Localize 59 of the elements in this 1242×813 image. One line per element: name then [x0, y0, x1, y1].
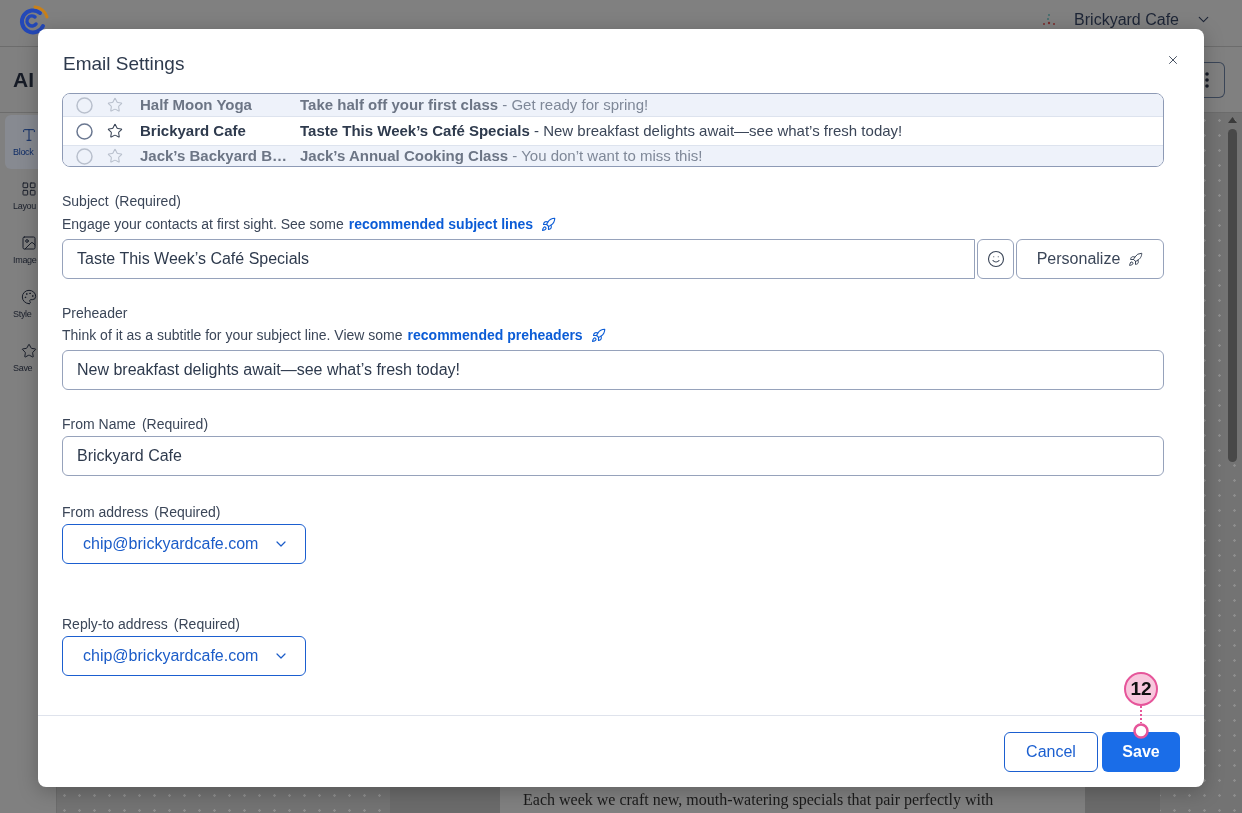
field-label: Preheader [62, 305, 128, 321]
subject-input[interactable]: Taste This Week’s Café Specials [62, 239, 975, 279]
text-icon [21, 126, 37, 143]
field-label: From Name [62, 416, 136, 432]
required-note: (Required) [173, 616, 240, 632]
cancel-button[interactable]: Cancel [1004, 731, 1098, 772]
image-icon [21, 234, 37, 251]
recommended-link[interactable]: recommended subject lines [348, 216, 534, 232]
palette-icon [21, 288, 37, 305]
sidebar-item[interactable]: Save [5, 331, 38, 385]
required-note: (Required) [154, 504, 221, 520]
radio-circle-icon [76, 122, 93, 140]
required-note: (Required) [114, 193, 181, 209]
required-note: (Required) [141, 416, 209, 432]
personalize-button[interactable]: Personalize [1016, 239, 1164, 279]
preheader-input[interactable]: New breakfast delights await—see what’s fresh today! [62, 350, 1164, 390]
radio-circle-icon [76, 147, 93, 165]
grid-icon [21, 180, 37, 197]
field-label: Subject [62, 193, 109, 209]
sidebar-item[interactable]: Style [5, 277, 38, 331]
sidebar-item[interactable]: Block [5, 115, 38, 169]
reply-to-address-dropdown[interactable]: chip@brickyardcafe.com [62, 636, 306, 676]
message-preview: Taste This Week’s Café Specials - New breakfast delights await—see what’s fresh today! [300, 122, 903, 140]
rocket-icon [590, 327, 606, 343]
close-icon [1166, 53, 1180, 67]
message-preview: Jack’s Annual Cooking Class - You don’t want to miss this! [300, 147, 703, 165]
message-preview: Take half off your first class - Get ready for spring! [300, 96, 649, 114]
toolbar-title: AI [13, 66, 34, 93]
body-text: Each week we craft new, mouth-watering specials that pair perfectly with [523, 790, 994, 810]
smiley-icon [986, 250, 1005, 268]
radio-circle-icon [76, 96, 93, 114]
rocket-icon [541, 216, 557, 232]
help-text: Engage your contacts at first sight. See some recommended subject lines [62, 216, 1164, 232]
account-menu-button[interactable]: Brickyard Cafe [1074, 11, 1212, 28]
from-address-dropdown[interactable]: chip@brickyardcafe.com [62, 524, 306, 564]
from-name-input[interactable]: Brickyard Cafe [62, 436, 1164, 476]
close-button[interactable] [1166, 53, 1180, 67]
pointer-marker-icon [1133, 706, 1149, 739]
dialog-title: Email Settings [63, 53, 185, 75]
star-icon [107, 97, 123, 113]
sidebar-item[interactable]: Layou [5, 169, 38, 223]
sender-name: Half Moon Yoga [140, 96, 253, 114]
scrollbar-thumb[interactable] [1227, 129, 1237, 462]
sender-name: Brickyard Cafe [140, 122, 247, 140]
account-logo-icon [1041, 12, 1058, 27]
sidebar-item[interactable]: Image [5, 223, 38, 277]
rocket-icon [1128, 251, 1144, 267]
field-label: From address [62, 504, 149, 520]
save-button[interactable]: Save [1102, 731, 1180, 772]
recommended-link[interactable]: recommended preheaders [407, 327, 583, 343]
help-text: Think of it as a subtitle for your subject line. View some recommended preheaders [62, 327, 1164, 343]
sender-name: Jack’s Backyard B… [140, 147, 289, 165]
star-icon [107, 148, 123, 164]
vertical-dots-icon [1205, 71, 1209, 88]
emoji-button[interactable] [977, 239, 1014, 279]
star-icon [107, 123, 123, 139]
star-icon [21, 342, 37, 359]
field-label: Reply-to address [62, 616, 168, 632]
scroll-up-arrow-icon [1227, 117, 1237, 123]
